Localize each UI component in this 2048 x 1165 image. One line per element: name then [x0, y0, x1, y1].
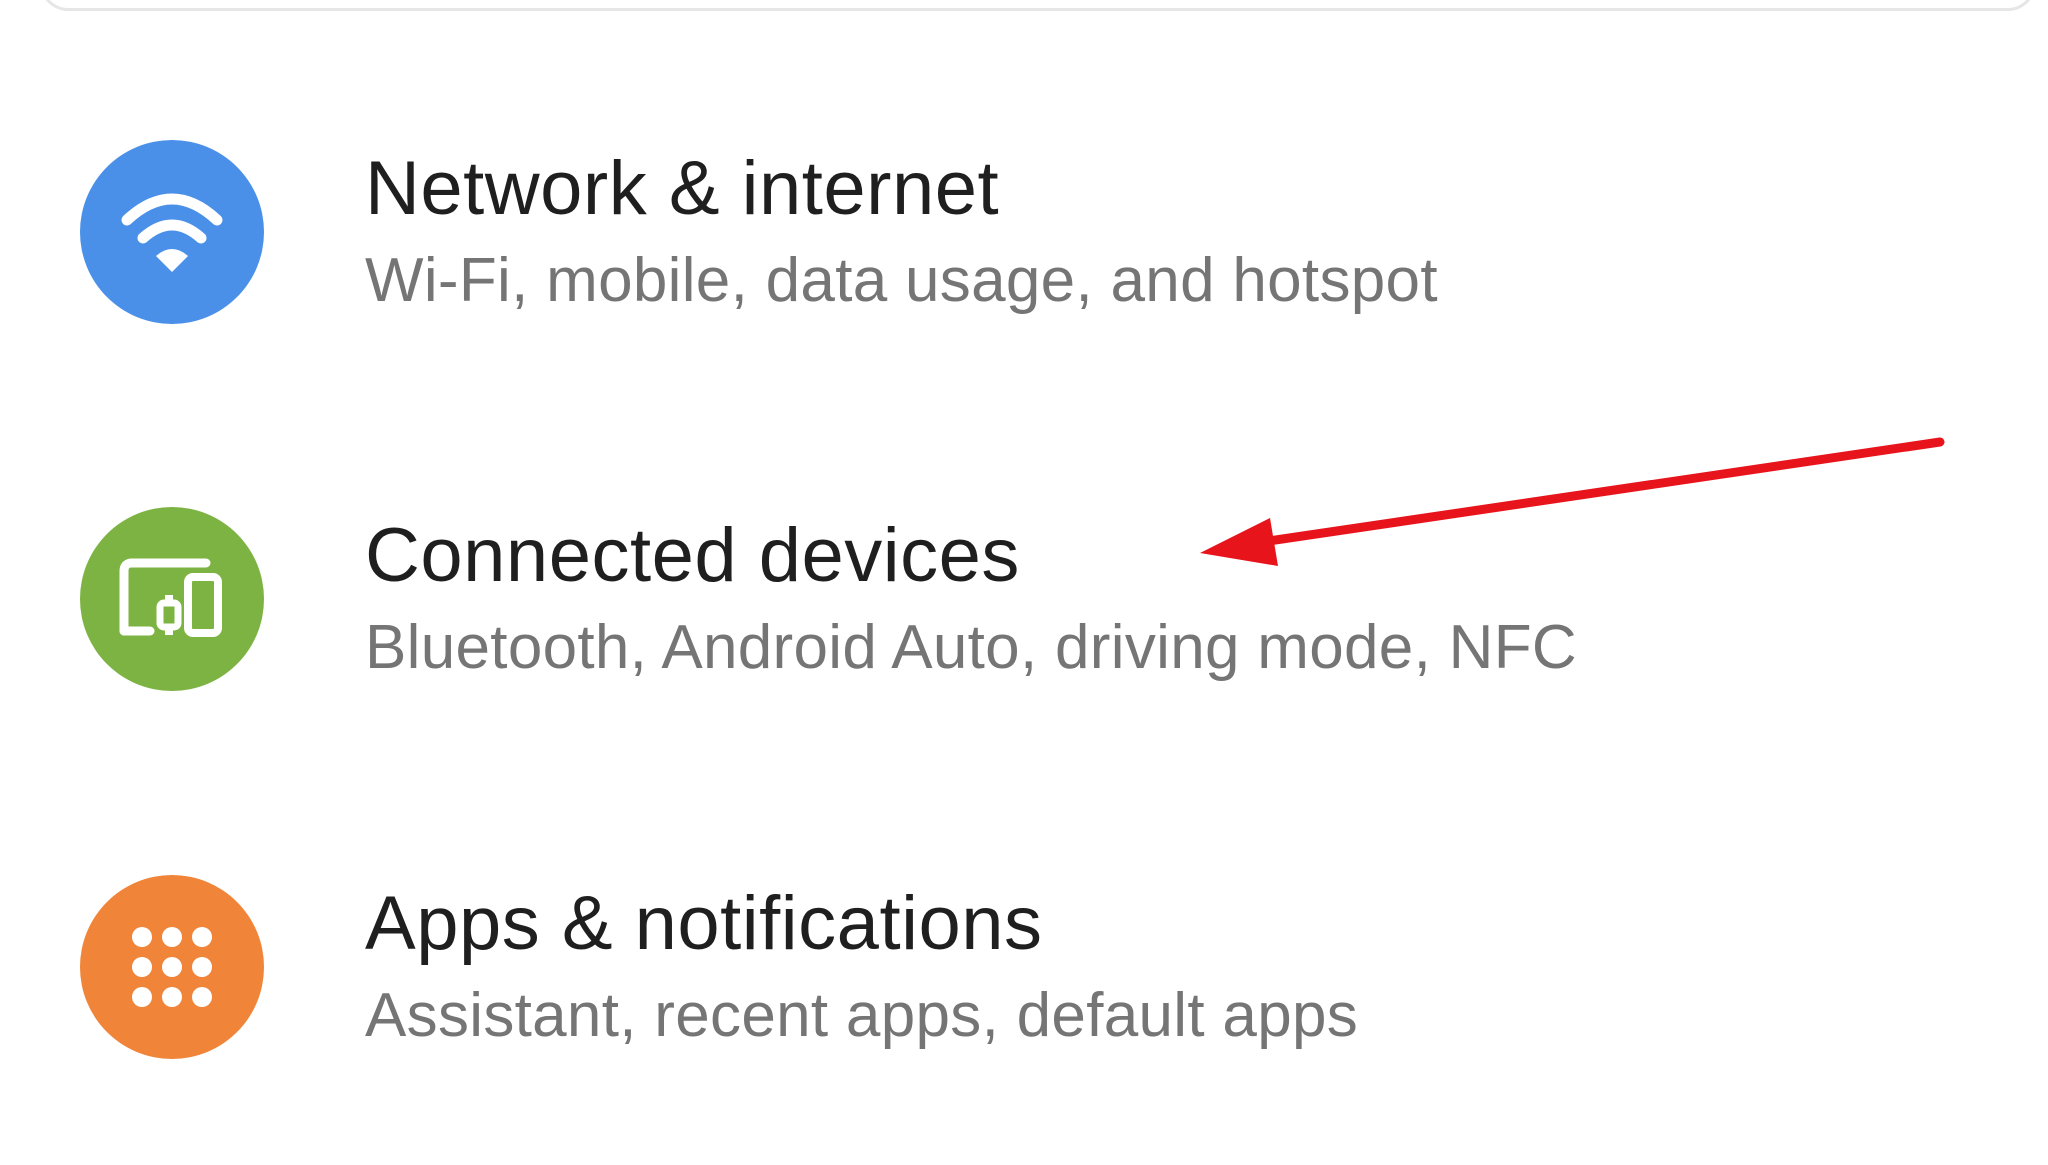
wifi-icon [121, 193, 223, 272]
settings-item-summary: Assistant, recent apps, default apps [365, 981, 1359, 1050]
apps-icon-badge [80, 875, 264, 1059]
settings-item-summary: Wi-Fi, mobile, data usage, and hotspot [365, 246, 1438, 315]
search-bar-card[interactable] [40, 0, 2036, 11]
settings-item-title: Connected devices [365, 513, 1020, 598]
devices-icon [119, 558, 222, 637]
settings-item-connected-devices[interactable]: Connected devices Bluetooth, Android Aut… [0, 487, 2048, 797]
settings-item-apps-notifications[interactable]: Apps & notifications Assistant, recent a… [0, 855, 2048, 1165]
settings-item-title: Apps & notifications [365, 881, 1043, 966]
network-icon-badge [80, 140, 264, 324]
apps-grid-icon [132, 927, 212, 1007]
settings-item-network[interactable]: Network & internet Wi-Fi, mobile, data u… [0, 120, 2048, 430]
settings-item-title: Network & internet [365, 146, 1000, 231]
connected-devices-icon-badge [80, 507, 264, 691]
settings-item-summary: Bluetooth, Android Auto, driving mode, N… [365, 613, 1577, 682]
